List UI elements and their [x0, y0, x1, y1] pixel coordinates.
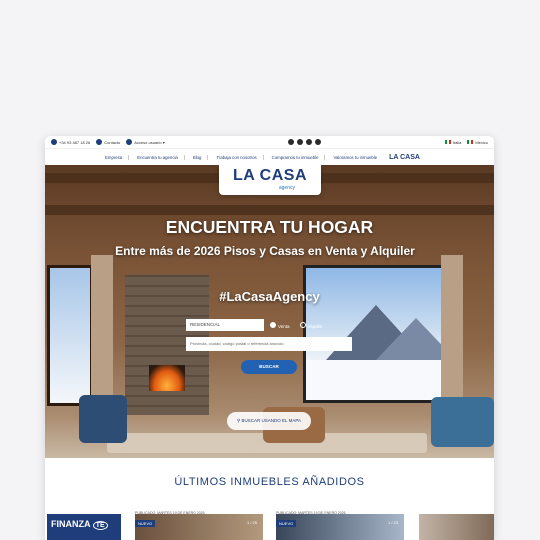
user-icon — [126, 139, 133, 145]
nav-item-agencia[interactable]: Encuentra tu agencia — [137, 154, 185, 160]
logo-text: LA CASA — [232, 167, 307, 184]
linkedin-icon[interactable] — [315, 139, 322, 145]
nav-item-compramos[interactable]: Compramos tu inmueble — [272, 154, 326, 160]
radio-rent[interactable]: Alquiler — [299, 321, 323, 329]
phone-link[interactable]: +34 93 487 18 26 — [59, 140, 90, 145]
finanza-banner[interactable]: FINANZA TE — [47, 514, 121, 540]
new-badge: NUEVO — [276, 520, 297, 527]
lang-italy-link[interactable]: Italia — [453, 140, 461, 145]
logo-subtext: agency — [278, 185, 295, 191]
main-nav: Empresa Encuentra tu agencia Blog Trabaj… — [45, 149, 494, 166]
search-button[interactable]: BUSCAR — [241, 360, 297, 374]
browser-page: +34 93 487 18 26 Contacto Acceso usuario… — [45, 136, 494, 540]
italy-flag-icon — [444, 140, 451, 144]
curtain-image — [91, 255, 113, 405]
nav-item-valoramos[interactable]: Valoramos tu inmueble — [333, 155, 377, 160]
nav-item-blog[interactable]: Blog — [193, 154, 209, 160]
search-form: RESIDENCIAL Venta Alquiler Provincia, ci… — [186, 319, 352, 355]
nav-logo[interactable]: LA CASA — [389, 154, 420, 161]
mail-icon — [96, 139, 103, 145]
finanza-badge: TE — [92, 521, 108, 530]
listing-card[interactable]: PUBLICADO: MARTES 19 DE ENERO 2026 NUEVO… — [276, 511, 404, 540]
latest-listings-title: ÚLTIMOS INMUEBLES AÑADIDOS — [174, 476, 365, 488]
phone-icon — [51, 139, 57, 145]
site-logo[interactable]: LA CASA agency — [219, 165, 321, 195]
hero-banner: LA CASA agency ENCUENTRA TU HOGAR Entre … — [45, 165, 494, 458]
instagram-icon[interactable] — [306, 139, 313, 145]
photo-counter: 1 / 23 — [387, 520, 398, 525]
operation-radio-group: Venta Alquiler — [270, 319, 323, 331]
location-search-input[interactable]: Provincia, ciudad, código postal o refer… — [186, 337, 352, 351]
left-window-image — [47, 265, 93, 406]
finanza-text: FINANZA — [51, 519, 91, 529]
ceiling-beam — [45, 205, 494, 215]
listing-date: PUBLICADO: MARTES 19 DE ENERO 2026 — [276, 511, 346, 515]
lang-mexico-link[interactable]: México — [475, 140, 488, 145]
armchair-image — [79, 395, 127, 443]
nav-item-trabaja[interactable]: Trabaja con nosotros — [216, 154, 264, 160]
listing-card[interactable]: PUBLICADO: MARTES 19 DE ENERO 2026 NUEVO… — [135, 511, 263, 540]
x-icon[interactable] — [297, 139, 304, 145]
new-badge: NUEVO — [135, 520, 156, 527]
fire-image — [149, 365, 185, 391]
mexico-flag-icon — [467, 140, 474, 144]
nav-item-empresa[interactable]: Empresa — [105, 154, 130, 160]
curtain-image — [441, 255, 463, 405]
listing-date: PUBLICADO: MARTES 19 DE ENERO 2026 — [135, 511, 205, 515]
team-photo — [419, 514, 494, 540]
listings-row: FINANZA TE PUBLICADO: MARTES 19 DE ENERO… — [45, 511, 494, 540]
radio-sale[interactable]: Venta — [270, 321, 290, 329]
photo-counter: 1 / 25 — [246, 520, 257, 525]
hero-hashtag: #LaCasaAgency — [219, 289, 320, 304]
contact-link[interactable]: Contacto — [104, 140, 120, 145]
hero-subtitle: Entre más de 2026 Pisos y Casas en Venta… — [115, 244, 415, 258]
map-search-label: BUSCAR USANDO EL MAPA — [241, 418, 302, 423]
map-search-button[interactable]: ⚲ BUSCAR USANDO EL MAPA — [227, 412, 311, 430]
user-access-dropdown[interactable]: Acceso usuario ▾ — [134, 140, 164, 145]
property-type-select[interactable]: RESIDENCIAL — [186, 319, 264, 331]
hero-title: ENCUENTRA TU HOGAR — [165, 217, 374, 237]
facebook-icon[interactable] — [288, 139, 295, 145]
sofa-image — [431, 397, 494, 447]
top-bar: +34 93 487 18 26 Contacto Acceso usuario… — [45, 136, 494, 149]
